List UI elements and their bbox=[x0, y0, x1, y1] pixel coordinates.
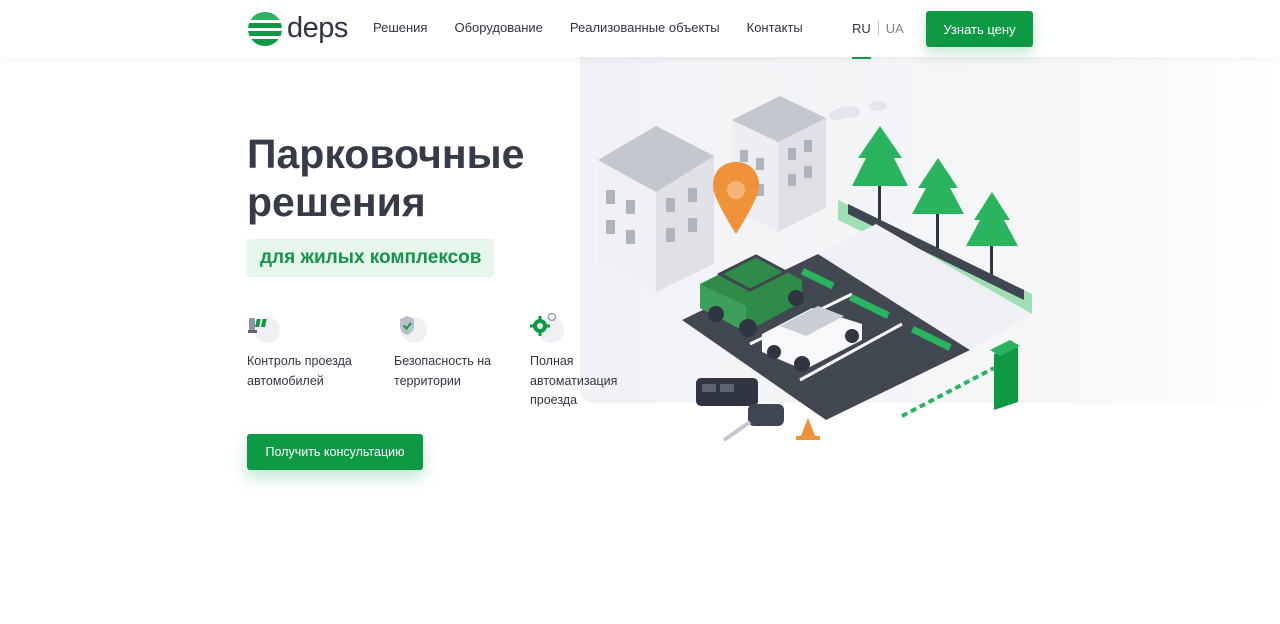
map-pin-icon bbox=[712, 162, 760, 234]
logo[interactable]: deps bbox=[247, 10, 348, 47]
building-icon bbox=[598, 126, 714, 292]
main-nav: Решения Оборудование Реализованные объек… bbox=[373, 20, 803, 35]
traffic-cone-icon bbox=[796, 418, 820, 440]
consultation-button[interactable]: Получить консультацию bbox=[247, 434, 423, 470]
logo-text: deps bbox=[287, 12, 348, 44]
lang-ru[interactable]: RU bbox=[852, 21, 871, 59]
gear-icon bbox=[530, 312, 564, 343]
feature-access-control: Контроль проезда автомобилей bbox=[247, 313, 377, 391]
car-key-icon bbox=[696, 378, 784, 442]
nav-item-contacts[interactable]: Контакты bbox=[747, 20, 803, 35]
hero-tag: для жилых комплексов bbox=[247, 239, 495, 277]
feature-label: Безопасность на территории bbox=[394, 354, 492, 388]
nav-item-projects[interactable]: Реализованные объекты bbox=[570, 20, 720, 35]
get-price-button[interactable]: Узнать цену bbox=[926, 11, 1033, 47]
nav-item-equipment[interactable]: Оборудование bbox=[454, 20, 542, 35]
lang-divider bbox=[877, 20, 879, 36]
language-switcher: RU UA bbox=[852, 20, 904, 59]
parking-illustration bbox=[598, 96, 1032, 442]
lang-ua[interactable]: UA bbox=[886, 21, 904, 36]
barrier-icon bbox=[248, 317, 280, 343]
cloud-icon bbox=[829, 101, 887, 120]
feature-label: Контроль проезда автомобилей bbox=[247, 354, 352, 388]
feature-security: Безопасность на территории bbox=[394, 313, 514, 391]
logo-globe-icon bbox=[248, 11, 282, 46]
page-title: Парковочные решения bbox=[247, 131, 525, 225]
shield-check-icon bbox=[400, 316, 427, 343]
site-header: deps Решения Оборудование Реализованные … bbox=[0, 0, 1280, 59]
nav-item-solutions[interactable]: Решения bbox=[373, 20, 427, 35]
